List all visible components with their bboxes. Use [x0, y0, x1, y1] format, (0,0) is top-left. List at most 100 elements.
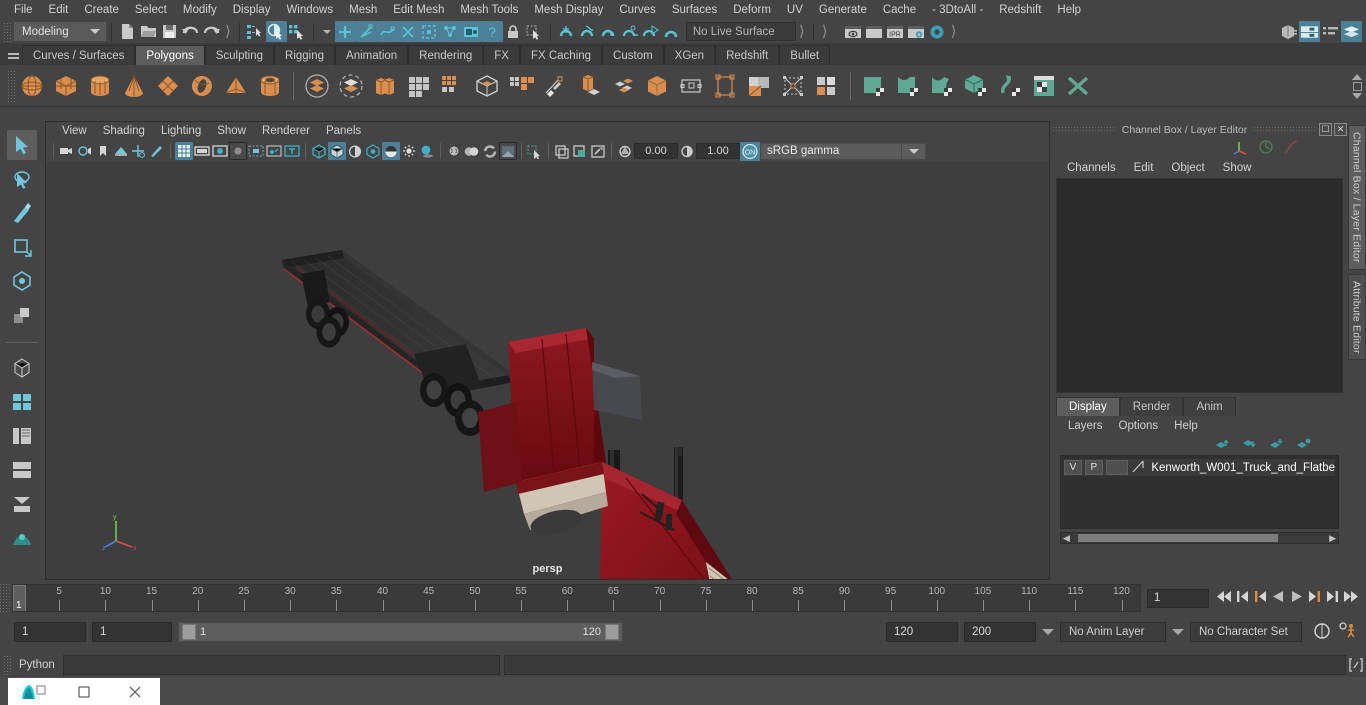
poly-target-weld-icon[interactable]	[708, 69, 742, 103]
menu-3dtoall[interactable]: - 3DtoAll -	[924, 2, 991, 18]
menu-cache[interactable]: Cache	[875, 2, 924, 18]
chevron-down-icon[interactable]	[1172, 629, 1184, 635]
poly-plane-icon[interactable]	[151, 69, 185, 103]
gamma-icon[interactable]	[678, 142, 696, 160]
uv-spherical-icon[interactable]	[925, 69, 959, 103]
save-scene-icon[interactable]	[159, 21, 180, 42]
xray-joints-icon[interactable]	[553, 142, 571, 160]
menu-surfaces[interactable]: Surfaces	[664, 2, 725, 18]
vtab-attribute-editor[interactable]: Attribute Editor	[1347, 273, 1366, 361]
close-window-icon[interactable]	[109, 678, 160, 705]
viewport-menu-lighting[interactable]: Lighting	[153, 124, 209, 138]
grease-pencil-icon[interactable]	[148, 142, 166, 160]
poly-cube-icon[interactable]	[49, 69, 83, 103]
viewport-capture-icon[interactable]	[589, 142, 607, 160]
shelf-tab-curves-surfaces[interactable]: Curves / Surfaces	[22, 45, 136, 65]
viewport-snapshot-icon[interactable]	[499, 142, 517, 160]
animation-preferences-icon[interactable]	[1338, 621, 1360, 643]
lock-selection-icon[interactable]	[503, 21, 524, 42]
snap-magnet-tool-icon[interactable]	[7, 353, 37, 383]
playback-end-field[interactable]: 200	[964, 622, 1036, 642]
shelf-tab-bullet[interactable]: Bullet	[779, 45, 831, 65]
chevron-down-icon[interactable]	[1042, 629, 1054, 635]
maya-app-icon[interactable]	[8, 678, 59, 705]
poly-reduce-icon[interactable]	[810, 69, 844, 103]
gate-mask-icon[interactable]	[229, 142, 247, 160]
new-scene-icon[interactable]	[117, 21, 138, 42]
character-set-selector[interactable]: No Character Set	[1190, 622, 1302, 642]
poly-merge-icon[interactable]	[674, 69, 708, 103]
select-by-component-icon[interactable]	[287, 21, 308, 42]
texture-toggle-icon[interactable]	[382, 142, 400, 160]
uv-automatic-icon[interactable]	[959, 69, 993, 103]
poly-smooth-icon[interactable]	[436, 69, 470, 103]
layer-menu-layers[interactable]: Layers	[1060, 419, 1111, 433]
step-forward-frame-icon[interactable]	[1307, 589, 1322, 607]
menu-file[interactable]: File	[6, 2, 41, 18]
scrollbar-thumb[interactable]	[1077, 534, 1278, 542]
panel-drag-handle-left[interactable]	[1052, 126, 1116, 133]
viewport-menu-panels[interactable]: Panels	[318, 124, 369, 138]
layout-two-pane-icon[interactable]	[7, 387, 37, 417]
poly-boolean-union-icon[interactable]	[300, 69, 334, 103]
poly-multicut-icon[interactable]	[606, 69, 640, 103]
live-surface-field[interactable]: No Live Surface	[685, 22, 796, 41]
menu-uv[interactable]: UV	[779, 2, 811, 18]
shelf-grip[interactable]	[6, 68, 15, 103]
manipulator-axis-icon[interactable]	[1233, 139, 1249, 158]
gamma-value[interactable]: 1.00	[696, 143, 740, 159]
menu-generate[interactable]: Generate	[811, 2, 875, 18]
xray-icon[interactable]	[364, 142, 382, 160]
snap-magnet-point-icon[interactable]	[598, 21, 619, 42]
poly-pyramid-icon[interactable]	[219, 69, 253, 103]
attribute-editor-toggle-icon[interactable]	[1320, 21, 1341, 42]
two-d-pan-zoom-icon[interactable]	[130, 142, 148, 160]
layer-name[interactable]: Kenworth_W001_Truck_and_Flatbed_	[1148, 462, 1335, 474]
channel-menu-object[interactable]: Object	[1162, 161, 1213, 175]
go-to-start-icon[interactable]	[1215, 589, 1232, 607]
poly-bridge-icon[interactable]	[572, 69, 606, 103]
shelf-tab-animation[interactable]: Animation	[335, 45, 409, 65]
viewport-menu-view[interactable]: View	[54, 124, 95, 138]
layout-single-pane-icon[interactable]	[7, 489, 37, 519]
poly-combine-icon[interactable]	[368, 69, 402, 103]
poly-wedge-icon[interactable]	[640, 69, 674, 103]
restore-window-icon[interactable]	[59, 678, 110, 705]
scroll-left-icon[interactable]: ◀	[1061, 533, 1072, 544]
snap-to-projected-center-icon[interactable]	[397, 21, 419, 42]
shadows-icon[interactable]	[418, 142, 436, 160]
step-forward-keyframe-icon[interactable]	[1325, 589, 1340, 607]
exposure-icon[interactable]	[616, 142, 634, 160]
auto-keyframe-icon[interactable]: !	[1312, 622, 1332, 643]
channel-box-attribute-list[interactable]	[1056, 178, 1343, 393]
layer-shading-toggle[interactable]	[1105, 460, 1129, 475]
film-origin-icon[interactable]	[247, 142, 265, 160]
image-plane-icon[interactable]	[112, 142, 130, 160]
ipr-render-icon[interactable]: IPR	[885, 21, 906, 42]
grid-toggle-icon[interactable]	[175, 142, 193, 160]
play-forwards-icon[interactable]	[1289, 589, 1304, 607]
anim-curve-icon[interactable]	[1283, 139, 1299, 158]
shelf-tab-custom[interactable]: Custom	[602, 45, 664, 65]
snap-magnet-icon[interactable]	[661, 21, 682, 42]
poly-sphere-icon[interactable]	[15, 69, 49, 103]
lights-toggle-icon[interactable]	[400, 142, 418, 160]
snap-magnet-plane-icon[interactable]	[640, 21, 661, 42]
layer-list-horizontal-scrollbar[interactable]: ◀ ▶	[1060, 532, 1339, 544]
time-slider-ticks[interactable]: 1 5 10 15 20 25 30 35 40 45 50 55 60 65 70 75 80 85 90 95 1…	[12, 584, 1141, 612]
xray-text-icon[interactable]	[283, 142, 301, 160]
highlight-selection-icon[interactable]	[524, 21, 545, 42]
safe-action-icon[interactable]	[265, 142, 283, 160]
uv-unfold-icon[interactable]	[993, 69, 1027, 103]
select-by-hierarchy-icon[interactable]	[245, 21, 266, 42]
shelf-tab-fx[interactable]: FX	[483, 45, 520, 65]
bookmark-icon[interactable]	[94, 142, 112, 160]
uv-cut-icon[interactable]	[1061, 69, 1095, 103]
shelf-tab-rigging[interactable]: Rigging	[274, 45, 336, 65]
menu-edit-mesh[interactable]: Edit Mesh	[385, 2, 452, 18]
script-editor-icon[interactable]	[1346, 655, 1366, 675]
shelf-options-icon[interactable]	[1352, 81, 1362, 91]
layer-menu-options[interactable]: Options	[1111, 419, 1167, 433]
layer-visibility-toggle[interactable]: V	[1064, 460, 1082, 475]
xray-active-components-icon[interactable]	[571, 142, 589, 160]
